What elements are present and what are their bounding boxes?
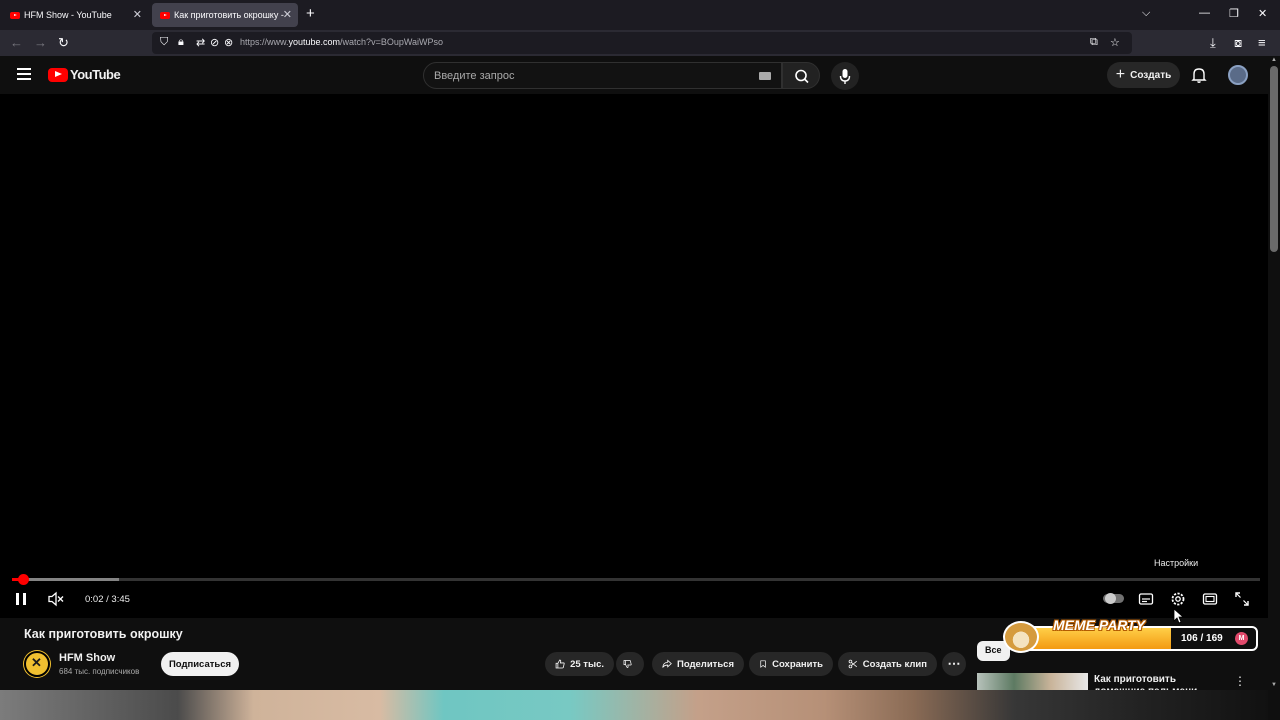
thumbs-up-icon <box>555 659 565 669</box>
youtube-favicon-icon <box>10 11 20 19</box>
scissors-icon <box>848 659 857 669</box>
search-input[interactable] <box>434 68 754 84</box>
back-icon[interactable]: ← <box>10 35 23 50</box>
tab-title: Как приготовить окрошку - YouTube <box>174 10 284 20</box>
muted-volume-icon[interactable] <box>47 591 65 607</box>
create-button[interactable]: + Создать <box>1107 62 1180 88</box>
meme-badge: M <box>1235 632 1248 645</box>
mouse-cursor-icon <box>1173 608 1184 624</box>
extensions-icon[interactable]: ⧇ <box>1234 35 1242 51</box>
pause-icon[interactable] <box>14 591 28 607</box>
youtube-favicon-icon <box>160 11 170 19</box>
clip-label: Создать клип <box>862 658 927 670</box>
subtitles-icon[interactable] <box>1138 591 1154 607</box>
picture-in-picture-icon[interactable]: ⧉ <box>1090 36 1098 49</box>
theater-mode-icon[interactable] <box>1202 591 1218 607</box>
save-button[interactable]: Сохранить <box>749 652 833 676</box>
permissions-icon[interactable]: ⇄ <box>196 36 205 49</box>
browser-nav-bar: ← → ↻ ⛉ 🔒︎ ⇄ ⊘ ⊗ https://www.youtube.com… <box>0 30 1280 56</box>
subscribe-button[interactable]: Подписаться <box>161 652 239 676</box>
like-button[interactable]: 25 тыс. <box>545 652 614 676</box>
page-scrollbar[interactable]: ▲ ▼ <box>1268 56 1280 720</box>
reload-icon[interactable]: ↻ <box>58 35 69 51</box>
browser-tab-1[interactable]: HFM Show - YouTube ✕ <box>2 3 148 27</box>
youtube-logo[interactable]: YouTube <box>48 67 121 82</box>
voice-search-button[interactable] <box>831 62 859 90</box>
app-menu-icon[interactable]: ≡ <box>1258 35 1266 50</box>
below-fold-thumbnail <box>0 690 1268 720</box>
bookmark-icon <box>760 660 766 668</box>
clip-button[interactable]: Создать клип <box>838 652 937 676</box>
settings-gear-icon[interactable] <box>1170 591 1186 607</box>
doge-mascot-icon <box>1003 621 1039 653</box>
search-button[interactable] <box>782 62 820 89</box>
search-box <box>423 62 782 89</box>
youtube-header: YouTube + Создать <box>0 56 1268 94</box>
minimize-icon[interactable]: — <box>1199 7 1210 19</box>
tab-list-chevron-icon[interactable]: ⌵ <box>1142 7 1150 20</box>
like-count: 25 тыс. <box>570 658 604 670</box>
close-tab-icon[interactable]: ✕ <box>133 8 142 21</box>
close-tab-icon[interactable]: ✕ <box>283 8 292 21</box>
tab-title: HFM Show - YouTube <box>24 10 112 20</box>
tracking-blocked-icon[interactable]: ⊗ <box>224 36 233 49</box>
lock-icon[interactable]: 🔒︎ <box>178 36 184 49</box>
channel-subscribers: 684 тыс. подписчиков <box>59 667 140 676</box>
meme-party-label: MEME PARTY <box>1053 617 1146 633</box>
bookmark-star-icon[interactable]: ☆ <box>1110 36 1120 49</box>
plus-icon: + <box>1115 66 1126 83</box>
settings-tooltip: Настройки <box>1154 558 1199 568</box>
notifications-bell-icon[interactable] <box>1190 66 1208 84</box>
time-display: 0:02 / 3:45 <box>85 594 130 605</box>
video-player[interactable]: Настройки 0:02 / 3:45 <box>0 94 1268 618</box>
more-actions-icon[interactable]: ⋯ <box>942 652 966 676</box>
microphone-icon <box>839 69 851 84</box>
downloads-icon[interactable]: ⤓ <box>1210 35 1216 51</box>
url-text[interactable]: https://www.youtube.com/watch?v=BOupWaiW… <box>240 37 443 47</box>
recommendation-menu-icon[interactable]: ⋮ <box>1234 674 1246 688</box>
autoplay-toggle[interactable] <box>1103 593 1124 604</box>
url-domain: youtube.com <box>288 37 341 47</box>
create-label: Создать <box>1130 69 1172 81</box>
scrollbar-thumb[interactable] <box>1270 66 1278 252</box>
share-arrow-icon <box>662 659 672 668</box>
forward-icon[interactable]: → <box>34 35 47 50</box>
browser-tab-bar: HFM Show - YouTube ✕ Как приготовить окр… <box>0 0 1280 30</box>
youtube-play-logo-icon <box>48 67 68 82</box>
shield-icon[interactable]: ⛉ <box>160 36 168 49</box>
keyboard-icon[interactable] <box>759 72 771 80</box>
share-button[interactable]: Поделиться <box>652 652 744 676</box>
logo-text: YouTube <box>70 67 121 82</box>
search-icon <box>795 69 809 84</box>
share-label: Поделиться <box>676 658 734 670</box>
progress-bar[interactable] <box>12 578 1260 581</box>
new-tab-icon[interactable]: + <box>306 5 315 22</box>
thumbs-down-icon <box>623 660 632 668</box>
close-window-icon[interactable]: ✕ <box>1258 7 1267 20</box>
hamburger-menu-icon[interactable] <box>17 68 31 80</box>
restore-icon[interactable]: ❐ <box>1229 7 1239 20</box>
channel-name[interactable]: HFM Show <box>59 652 115 664</box>
url-path: /watch?v=BOupWaiWPso <box>340 37 444 47</box>
channel-avatar[interactable] <box>24 651 50 677</box>
meme-party-overlay: MEME PARTY 106 / 169 M <box>1003 617 1258 655</box>
scrubber-handle[interactable] <box>18 574 30 585</box>
browser-tab-2[interactable]: Как приготовить окрошку - YouTube ✕ <box>152 3 298 27</box>
scroll-down-arrow-icon[interactable]: ▼ <box>1271 682 1277 688</box>
meme-count: 106 / 169 <box>1181 633 1223 644</box>
dislike-button[interactable] <box>616 652 644 676</box>
fullscreen-icon[interactable] <box>1234 591 1250 607</box>
camera-blocked-icon[interactable]: ⊘ <box>210 36 219 49</box>
scroll-up-arrow-icon[interactable]: ▲ <box>1271 57 1277 63</box>
user-avatar[interactable] <box>1228 65 1248 85</box>
save-label: Сохранить <box>772 658 823 670</box>
address-bar[interactable]: ⛉ 🔒︎ ⇄ ⊘ ⊗ https://www.youtube.com/watch… <box>152 32 1132 54</box>
url-prefix: https://www. <box>240 37 289 47</box>
video-title: Как приготовить окрошку <box>24 627 183 641</box>
